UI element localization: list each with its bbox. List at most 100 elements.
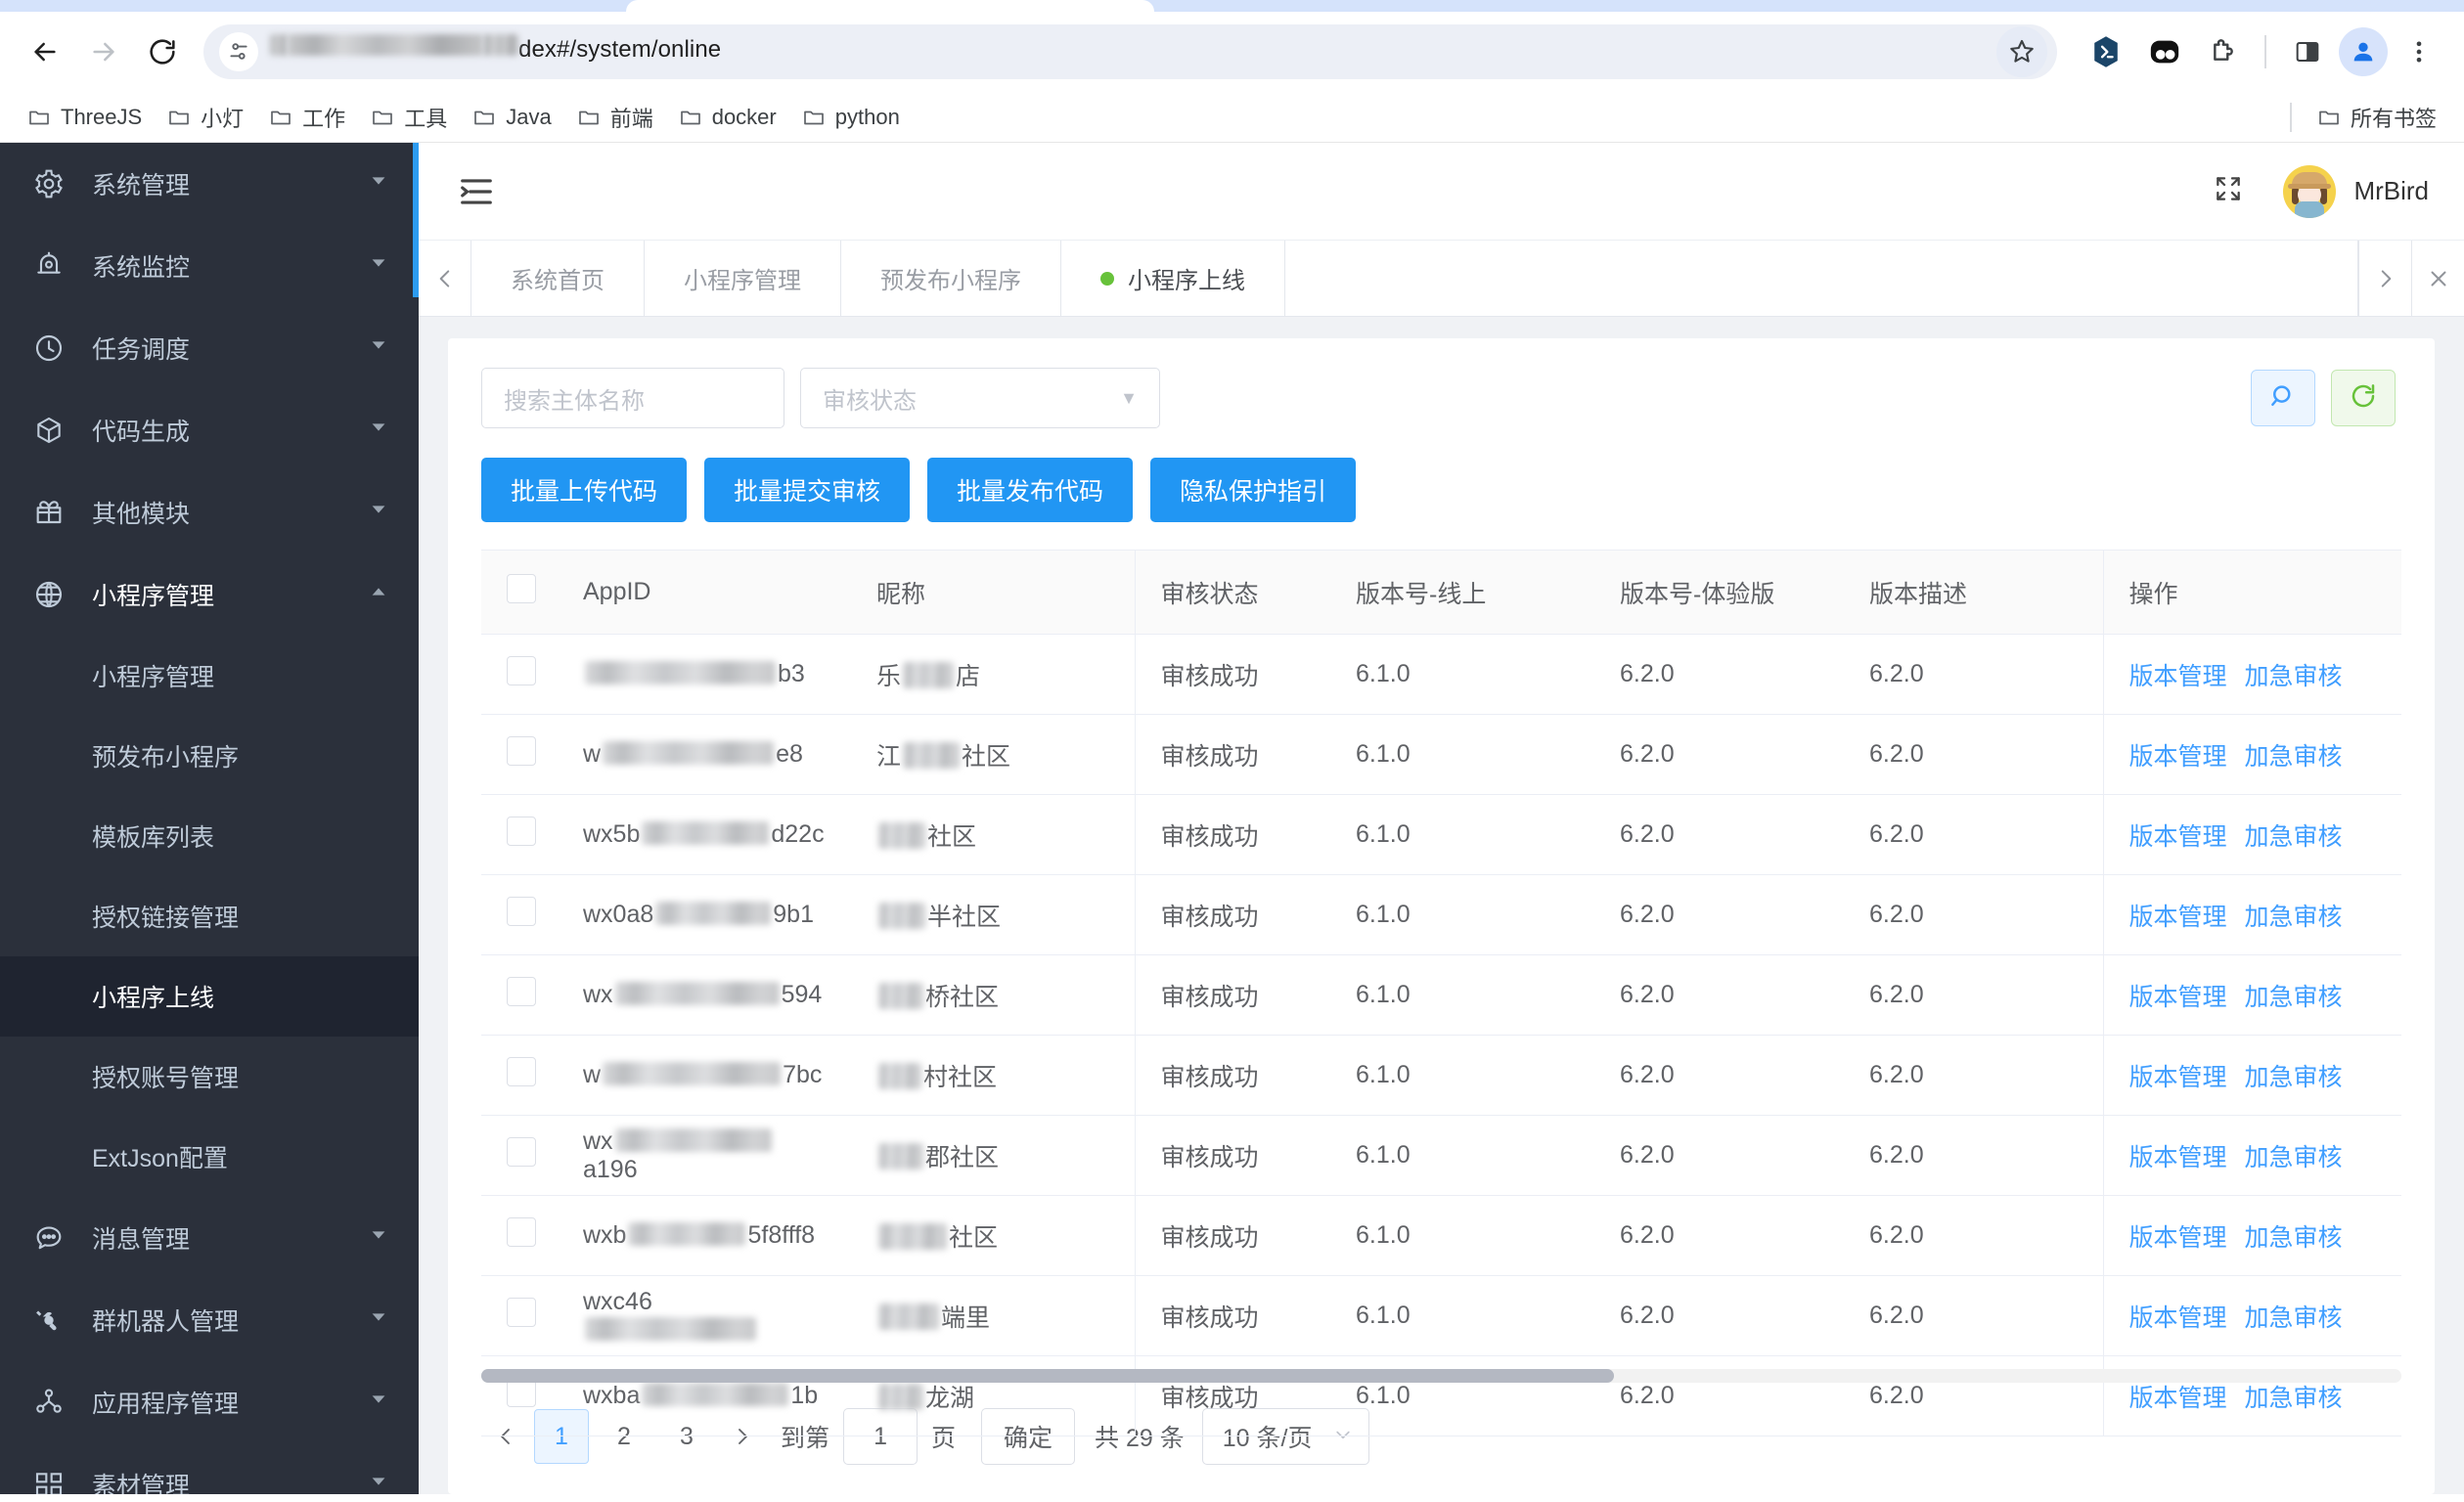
version-management-link[interactable]: 版本管理: [2129, 663, 2227, 690]
sidebar-item-task-scheduling[interactable]: 任务调度: [0, 307, 419, 389]
address-bar[interactable]: dex#/system/online: [203, 24, 2057, 79]
expedite-review-link[interactable]: 加急审核: [2245, 1304, 2343, 1332]
active-browser-tab[interactable]: [626, 0, 1154, 12]
status-select[interactable]: 审核状态 ▼: [800, 368, 1160, 428]
row-checkbox[interactable]: [507, 977, 536, 1006]
sidebar-scrollbar[interactable]: [413, 143, 419, 297]
forward-icon[interactable]: [76, 24, 131, 79]
sidebar-item-group-robot-management[interactable]: 群机器人管理: [0, 1279, 419, 1361]
bookmark-item[interactable]: docker: [667, 98, 788, 137]
batch-upload-code-button[interactable]: 批量上传代码: [481, 458, 688, 522]
expedite-review-link[interactable]: 加急审核: [2245, 984, 2343, 1011]
row-checkbox[interactable]: [507, 1057, 536, 1086]
tab-prerelease-miniprogram[interactable]: 预发布小程序: [841, 241, 1061, 316]
version-management-link[interactable]: 版本管理: [2129, 1064, 2227, 1091]
sidebar-item-prerelease-miniprogram[interactable]: 预发布小程序: [0, 716, 419, 796]
select-all-checkbox[interactable]: [507, 574, 536, 603]
version-management-link[interactable]: 版本管理: [2129, 823, 2227, 851]
expedite-review-link[interactable]: 加急审核: [2245, 823, 2343, 851]
bookmark-label: Java: [506, 104, 552, 129]
expedite-review-link[interactable]: 加急审核: [2245, 1385, 2343, 1412]
row-checkbox[interactable]: [507, 897, 536, 926]
tabs-scroll-right-icon[interactable]: [2358, 241, 2411, 316]
expedite-review-link[interactable]: 加急审核: [2245, 1224, 2343, 1252]
row-checkbox[interactable]: [507, 736, 536, 766]
cell-version-desc: 6.2.0: [1844, 1115, 2103, 1196]
sidebar-item-material-management[interactable]: 素材管理: [0, 1443, 419, 1494]
version-management-link[interactable]: 版本管理: [2129, 743, 2227, 771]
version-management-link[interactable]: 版本管理: [2129, 904, 2227, 931]
cell-nickname: 半社区: [851, 874, 1136, 955]
row-checkbox[interactable]: [507, 656, 536, 685]
chrome-menu-icon[interactable]: [2392, 24, 2446, 79]
cell-review-status: 审核成功: [1135, 954, 1330, 1036]
version-management-link[interactable]: 版本管理: [2129, 1385, 2227, 1412]
tabs-scroll-left-icon[interactable]: [419, 241, 471, 316]
tab-system-home[interactable]: 系统首页: [471, 241, 645, 316]
sidebar-item-system-monitor[interactable]: 系统监控: [0, 225, 419, 307]
bookmark-item[interactable]: ThreeJS: [16, 98, 154, 137]
expedite-review-link[interactable]: 加急审核: [2245, 1144, 2343, 1171]
privacy-protection-guide-button[interactable]: 隐私保护指引: [1150, 458, 1357, 522]
reload-icon[interactable]: [135, 24, 190, 79]
row-checkbox[interactable]: [507, 1137, 536, 1167]
row-select-cell: [481, 1195, 558, 1276]
sidebar-item-miniprogram-management[interactable]: 小程序管理: [0, 553, 419, 636]
sidebar-item-auth-link-management[interactable]: 授权链接管理: [0, 876, 419, 956]
sidebar-item-message-management[interactable]: 消息管理: [0, 1197, 419, 1279]
fullscreen-icon[interactable]: [2213, 173, 2244, 209]
back-icon[interactable]: [18, 24, 72, 79]
expedite-review-link[interactable]: 加急审核: [2245, 1064, 2343, 1091]
user-menu[interactable]: MrBird: [2283, 164, 2429, 218]
profile-avatar-icon[interactable]: [2339, 27, 2388, 76]
cell-appid: wx5b d22c: [558, 794, 851, 875]
googly-eyes-extension-icon[interactable]: [2137, 24, 2192, 79]
refresh-button[interactable]: [2331, 370, 2396, 426]
tab-miniprogram-management[interactable]: 小程序管理: [645, 241, 841, 316]
site-settings-icon[interactable]: [219, 32, 258, 71]
sidebar-collapse-icon[interactable]: [458, 173, 495, 210]
row-checkbox[interactable]: [507, 1217, 536, 1247]
version-management-link[interactable]: 版本管理: [2129, 1304, 2227, 1332]
sidebar-item-application-management[interactable]: 应用程序管理: [0, 1361, 419, 1443]
batch-publish-code-button[interactable]: 批量发布代码: [927, 458, 1134, 522]
bookmark-item[interactable]: 小灯: [156, 95, 255, 140]
version-management-link[interactable]: 版本管理: [2129, 1144, 2227, 1171]
cell-appid: wxc46: [558, 1275, 851, 1356]
search-button[interactable]: [2251, 370, 2315, 426]
sidebar-item-auth-account-management[interactable]: 授权账号管理: [0, 1037, 419, 1117]
bookmark-item[interactable]: 工作: [257, 95, 357, 140]
scrollbar-thumb[interactable]: [481, 1369, 1615, 1383]
sidebar-item-code-generation[interactable]: 代码生成: [0, 389, 419, 471]
expedite-review-link[interactable]: 加急审核: [2245, 743, 2343, 771]
bookmark-item[interactable]: 前端: [565, 95, 665, 140]
extensions-puzzle-icon[interactable]: [2196, 24, 2251, 79]
search-input[interactable]: 搜索主体名称: [481, 368, 784, 428]
devtools-extension-icon[interactable]: [2079, 24, 2133, 79]
nickname-redacted: [878, 1063, 921, 1090]
sidebar-item-system-management[interactable]: 系统管理: [0, 143, 419, 225]
bookmark-item[interactable]: 工具: [359, 95, 459, 140]
bookmark-item[interactable]: python: [790, 98, 912, 137]
side-panel-icon[interactable]: [2280, 24, 2335, 79]
appid-prefix: w: [583, 740, 602, 768]
bookmark-star-icon[interactable]: [1996, 26, 2047, 77]
expedite-review-link[interactable]: 加急审核: [2245, 904, 2343, 931]
sidebar-item-miniprogram-online[interactable]: 小程序上线: [0, 956, 419, 1037]
all-bookmarks-button[interactable]: 所有书签: [2306, 95, 2448, 140]
tab-miniprogram-online[interactable]: 小程序上线: [1061, 241, 1285, 316]
version-management-link[interactable]: 版本管理: [2129, 984, 2227, 1011]
sidebar-item-other-modules[interactable]: 其他模块: [0, 471, 419, 553]
sidebar-item-template-library[interactable]: 模板库列表: [0, 796, 419, 876]
expedite-review-link[interactable]: 加急审核: [2245, 663, 2343, 690]
bookmark-item[interactable]: Java: [461, 98, 562, 137]
batch-submit-review-button[interactable]: 批量提交审核: [704, 458, 911, 522]
row-checkbox[interactable]: [507, 1298, 536, 1327]
sidebar-item-extjson-config[interactable]: ExtJson配置: [0, 1117, 419, 1197]
tabs-close-icon[interactable]: [2411, 241, 2464, 316]
row-checkbox[interactable]: [507, 817, 536, 846]
version-management-link[interactable]: 版本管理: [2129, 1224, 2227, 1252]
sidebar-item-miniprogram-manage[interactable]: 小程序管理: [0, 636, 419, 716]
table-horizontal-scrollbar[interactable]: [481, 1369, 2401, 1383]
cell-version-desc: 6.2.0: [1844, 1035, 2103, 1116]
